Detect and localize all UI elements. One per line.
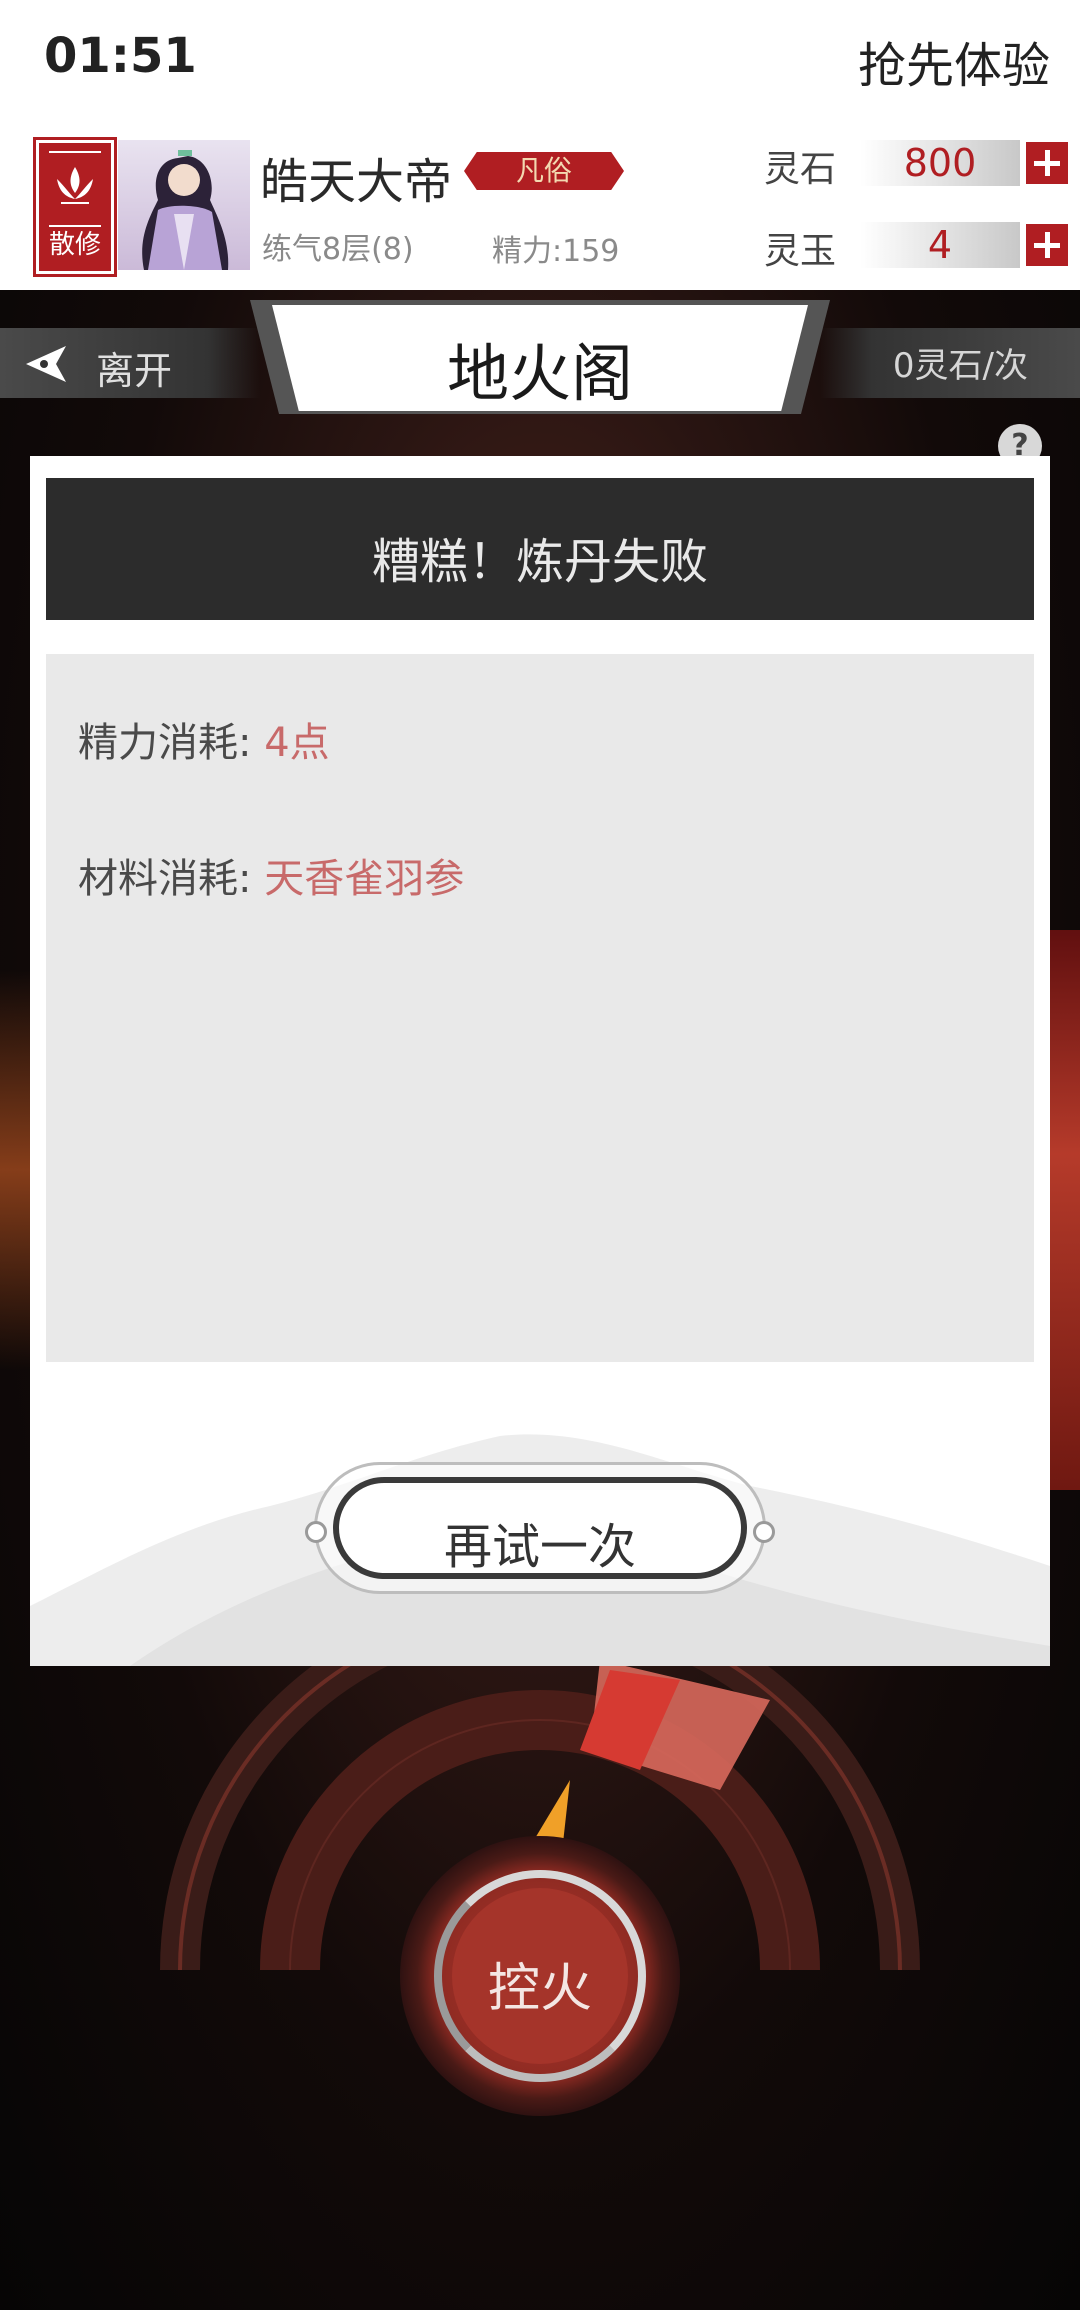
spirit-stone-box: 800 — [860, 140, 1020, 186]
material-cost-label: 材料消耗: — [78, 856, 252, 902]
player-name: 皓天大帝 — [260, 154, 453, 210]
dialog-header: 糟糕！炼丹失败 — [46, 478, 1034, 620]
cost-per-attempt: 0灵石/次 — [892, 346, 1028, 386]
energy-cost-value: 4点 — [264, 720, 330, 766]
spirit-stone-label: 灵石 — [764, 149, 837, 190]
cultivation-level: 练气8层(8) — [262, 232, 414, 267]
spirit-jade-value: 4 — [927, 223, 953, 267]
early-access-label[interactable]: 抢先体验 — [858, 26, 1050, 96]
retry-button[interactable]: 再试一次 — [333, 1477, 747, 1579]
avatar[interactable] — [118, 140, 250, 270]
ember-glow — [1050, 930, 1080, 1490]
control-fire-label: 控火 — [487, 1959, 592, 2019]
retry-button-frame: 再试一次 — [305, 1462, 775, 1594]
sect-badge[interactable]: 散修 — [36, 140, 114, 274]
rank-badge: 凡俗 — [464, 152, 624, 190]
retry-label: 再试一次 — [443, 1519, 636, 1575]
title-plaque: 地火阁 — [272, 305, 808, 411]
dialog-title: 糟糕！炼丹失败 — [371, 534, 708, 590]
player-header: 散修 皓天大帝 凡俗 练气8层(8) 精力:159 灵石 800 灵玉 4 — [0, 120, 1080, 290]
title-bar: 离开 0灵石/次 地火阁 — [0, 300, 1080, 414]
dialog-body: 精力消耗: 4点 材料消耗: 天香雀羽参 — [46, 654, 1034, 1362]
spirit-stone-value: 800 — [903, 141, 977, 185]
frame-ornament — [305, 1521, 327, 1543]
energy-stat: 精力:159 — [492, 234, 620, 269]
character-portrait — [142, 150, 229, 270]
add-spirit-jade-button[interactable] — [1024, 222, 1070, 268]
add-spirit-stone-button[interactable] — [1024, 140, 1070, 186]
control-fire-button[interactable]: 控火 — [400, 1836, 680, 2116]
spirit-jade-label: 灵玉 — [764, 231, 837, 272]
frame-ornament — [753, 1521, 775, 1543]
spirit-jade-box: 4 — [860, 222, 1020, 268]
badge-rule — [49, 151, 101, 153]
material-cost-row: 材料消耗: 天香雀羽参 — [78, 846, 464, 904]
energy-cost-row: 精力消耗: 4点 — [78, 710, 330, 768]
status-bar: 01:51 抢先体验 — [0, 0, 1080, 120]
arrow-back-icon — [26, 346, 66, 382]
leave-button[interactable]: 离开 — [0, 328, 260, 398]
sect-label: 散修 — [48, 230, 101, 260]
material-cost-value: 天香雀羽参 — [264, 856, 465, 902]
clock: 01:51 — [44, 28, 197, 84]
alchemy-result-dialog: 糟糕！炼丹失败 精力消耗: 4点 材料消耗: 天香雀羽参 再试一次 — [30, 456, 1050, 1666]
energy-cost-label: 精力消耗: — [78, 720, 252, 766]
lotus-icon — [57, 167, 93, 204]
scene-title: 地火阁 — [446, 337, 633, 410]
leave-label: 离开 — [96, 349, 173, 393]
